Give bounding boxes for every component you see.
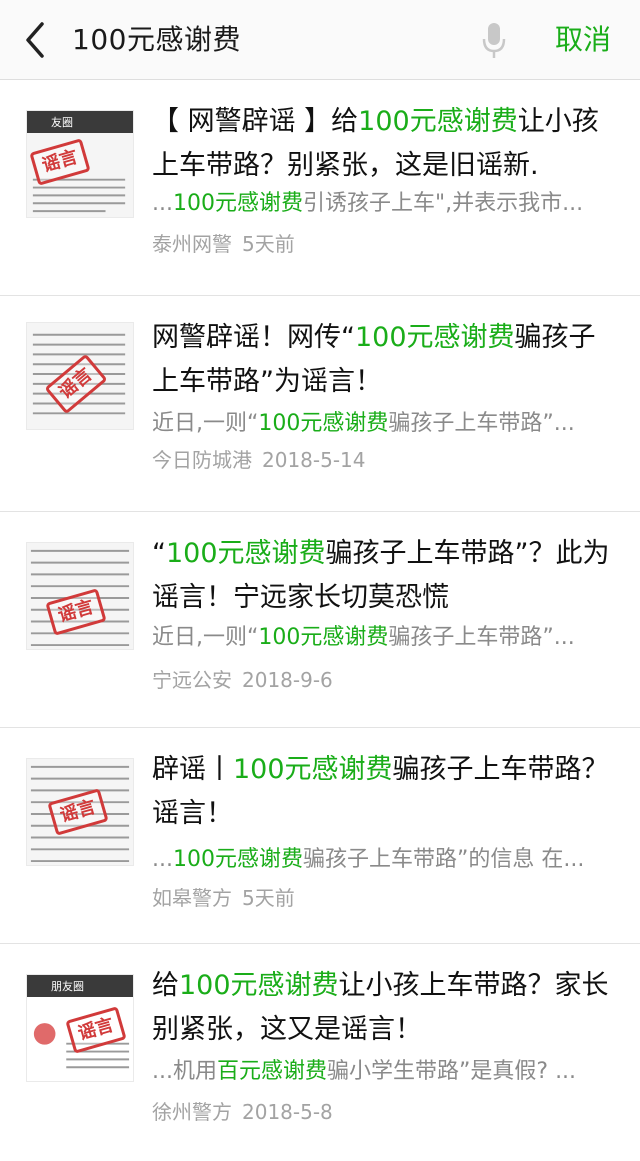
result-snippet: 近日,一则“100元感谢费骗孩子上车带路”... — [152, 411, 575, 436]
result-source[interactable]: 今日防城港 — [152, 448, 252, 472]
result-meta: 如皋警方 5天前 — [152, 882, 295, 914]
result-meta: 徐州警方 2018-5-8 — [152, 1096, 333, 1128]
result-meta: 今日防城港 2018-5-14 — [152, 444, 366, 476]
result-item[interactable]: 谣言 “100元感谢费骗孩子上车带路”？此为谣言！宁远家长切莫恐慌 近日,一则“… — [0, 512, 640, 728]
result-item[interactable]: 友圈 谣言 【 网警辟谣 】给100元感谢费让小孩上车带路？别紧张，这是旧谣新.… — [0, 80, 640, 296]
result-thumbnail: 朋友圈 谣言 — [26, 974, 134, 1082]
result-snippet: 近日,一则“100元感谢费骗孩子上车带路”... — [152, 625, 575, 650]
result-time: 5天前 — [242, 232, 295, 256]
result-source[interactable]: 宁远公安 — [152, 668, 232, 692]
result-time: 5天前 — [242, 886, 295, 910]
chevron-left-icon — [26, 22, 44, 58]
search-results-list: 友圈 谣言 【 网警辟谣 】给100元感谢费让小孩上车带路？别紧张，这是旧谣新.… — [0, 80, 640, 1160]
result-time: 2018-5-8 — [242, 1100, 333, 1124]
result-thumbnail: 谣言 — [26, 322, 134, 430]
result-time: 2018-9-6 — [242, 668, 333, 692]
result-item[interactable]: 朋友圈 谣言 给100元感谢费让小孩上车带路？家长别紧张，这又是谣言！ ...机… — [0, 944, 640, 1160]
result-title: 【 网警辟谣 】给100元感谢费让小孩上车带路？别紧张，这是旧谣新. — [152, 106, 599, 181]
search-input[interactable]: 100元感谢费 — [72, 20, 241, 60]
result-item[interactable]: 谣言 网警辟谣！网传“100元感谢费骗孩子上车带路”为谣言！ 近日,一则“100… — [0, 296, 640, 512]
microphone-icon[interactable] — [480, 20, 508, 60]
result-title: 网警辟谣！网传“100元感谢费骗孩子上车带路”为谣言！ — [152, 322, 596, 397]
result-meta: 泰州网警 5天前 — [152, 228, 295, 260]
result-meta: 宁远公安 2018-9-6 — [152, 664, 333, 696]
back-button[interactable] — [18, 18, 54, 62]
result-item[interactable]: 谣言 辟谣丨100元感谢费骗孩子上车带路？谣言！ ...100元感谢费骗孩子上车… — [0, 728, 640, 944]
result-snippet: ...100元感谢费引诱孩子上车",并表示我市... — [152, 191, 584, 216]
result-snippet: ...机用百元感谢费骗小学生带路”是真假? ... — [152, 1059, 577, 1084]
result-thumbnail: 友圈 谣言 — [26, 110, 134, 218]
result-title: 给100元感谢费让小孩上车带路？家长别紧张，这又是谣言！ — [152, 970, 609, 1045]
result-title: “100元感谢费骗孩子上车带路”？此为谣言！宁远家长切莫恐慌 — [152, 538, 610, 613]
result-time: 2018-5-14 — [262, 448, 366, 472]
result-source[interactable]: 徐州警方 — [152, 1100, 232, 1124]
result-title: 辟谣丨100元感谢费骗孩子上车带路？谣言！ — [152, 754, 609, 829]
result-thumbnail: 谣言 — [26, 542, 134, 650]
result-source[interactable]: 如皋警方 — [152, 886, 232, 910]
result-thumbnail: 谣言 — [26, 758, 134, 866]
cancel-button[interactable]: 取消 — [555, 18, 611, 62]
result-source[interactable]: 泰州网警 — [152, 232, 232, 256]
result-snippet: ...100元感谢费骗孩子上车带路”的信息 在... — [152, 847, 585, 872]
search-header: 100元感谢费 取消 — [0, 0, 640, 80]
